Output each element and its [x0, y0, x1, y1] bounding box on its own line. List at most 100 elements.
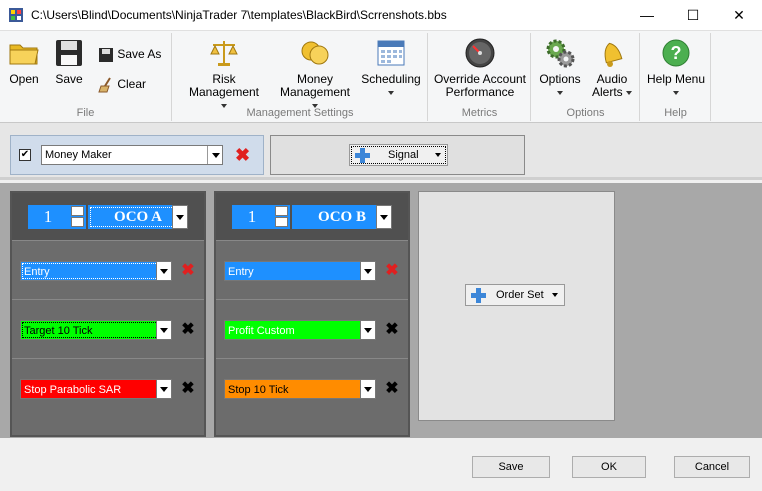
save-button[interactable]: Save [48, 37, 90, 86]
oco-b-dropdown[interactable] [376, 205, 392, 229]
spin-down-icon[interactable] [275, 217, 288, 227]
oco-b-target-value: Profit Custom [228, 325, 295, 337]
oco-b-stop-select[interactable]: Stop 10 Tick [224, 379, 376, 399]
oco-a-entry-value: Entry [24, 266, 50, 278]
options-label: Options [539, 72, 581, 86]
chevron-down-icon [207, 146, 222, 164]
close-button[interactable]: ✕ [716, 0, 762, 31]
money-management-value: Money Maker [45, 149, 112, 161]
help-menu-button[interactable]: ? Help Menu [645, 37, 707, 99]
management-settings-label: Management Settings [246, 107, 354, 119]
maximize-button[interactable]: ☐ [670, 0, 716, 31]
audio-alerts-label-line1: Audio [596, 72, 628, 86]
help-menu-label: Help Menu [646, 72, 706, 86]
plus-icon [471, 288, 486, 303]
override-account-performance-button[interactable]: Override Account Performance [433, 37, 527, 99]
oco-a-quantity: 1 [43, 207, 53, 226]
spin-down-icon[interactable] [71, 217, 84, 227]
clear-button[interactable]: Clear [98, 77, 146, 93]
remove-icon[interactable]: ✖ [235, 146, 250, 164]
oco-a-stop-select[interactable]: Stop Parabolic SAR [20, 379, 172, 399]
save-as-button[interactable]: Save As [98, 47, 161, 63]
chevron-down-icon [360, 321, 375, 339]
metrics-group: Override Account Performance Metrics [429, 33, 531, 121]
oco-a-row-entry: Entry ✖ [12, 240, 204, 298]
remove-icon[interactable]: ✖ [180, 322, 196, 338]
order-set-label: Order Set [496, 289, 544, 301]
oco-a-dropdown[interactable] [172, 205, 188, 229]
file-group-label: File [76, 107, 95, 119]
cancel-button[interactable]: Cancel [674, 456, 750, 478]
order-set-panel: Order Set [418, 191, 615, 421]
chevron-down-icon [552, 293, 558, 297]
save-dialog-button[interactable]: Save [472, 456, 550, 478]
chevron-down-icon [388, 90, 394, 95]
open-button[interactable]: Open [4, 37, 44, 86]
options-group: Options Audio Alerts Options [532, 33, 640, 121]
coins-icon [301, 41, 329, 65]
options-group-label: Options [566, 107, 605, 119]
remove-icon[interactable]: ✖ [384, 322, 400, 338]
money-management-label-line2: Management [279, 85, 351, 99]
chevron-down-icon [360, 380, 375, 398]
minimize-button[interactable]: — [624, 0, 670, 31]
clear-label: Clear [117, 77, 147, 92]
signal-panel: Signal [270, 135, 525, 175]
chevron-down-icon [435, 153, 441, 157]
remove-icon[interactable]: ✖ [384, 263, 400, 279]
strategy-checkbox[interactable]: ✔ [19, 149, 31, 161]
oco-a-panel: 1 OCO A Entry ✖ Target 10 Tick ✖ Stop Pa… [10, 191, 206, 437]
ribbon: Open Save Save As Clear File Risk Manage… [0, 31, 762, 123]
risk-management-button[interactable]: Risk Management [177, 37, 271, 112]
management-settings-group: Risk Management Money Management Schedul… [173, 33, 428, 121]
oco-b-row-stop: Stop 10 Tick ✖ [216, 358, 408, 416]
money-management-button[interactable]: Money Management [277, 37, 353, 112]
oco-b-entry-select[interactable]: Entry [224, 261, 376, 281]
oco-b-stop-value: Stop 10 Tick [228, 384, 289, 396]
chevron-down-icon [156, 380, 171, 398]
save-label: Save [55, 72, 83, 86]
remove-icon[interactable]: ✖ [384, 381, 400, 397]
oco-b-quantity-spinner[interactable]: 1 [232, 205, 290, 229]
scheduling-button[interactable]: Scheduling [359, 37, 423, 99]
calendar-icon [377, 40, 405, 66]
chevron-down-icon [156, 262, 171, 280]
plus-icon [355, 148, 370, 163]
open-label: Open [9, 72, 39, 86]
remove-icon[interactable]: ✖ [180, 381, 196, 397]
options-button[interactable]: Options [536, 37, 584, 99]
oco-a-target-select[interactable]: Target 10 Tick [20, 320, 172, 340]
money-management-label-line1: Money [296, 72, 334, 86]
override-label-line1: Override Account [433, 72, 527, 86]
money-management-select[interactable]: Money Maker [41, 145, 223, 165]
oco-b-target-select[interactable]: Profit Custom [224, 320, 376, 340]
signal-button[interactable]: Signal [349, 144, 448, 166]
oco-b-row-entry: Entry ✖ [216, 240, 408, 298]
spin-up-icon[interactable] [275, 206, 288, 216]
title-bar: C:\Users\Blind\Documents\NinjaTrader 7\t… [0, 0, 762, 31]
ok-button[interactable]: OK [572, 456, 646, 478]
gears-icon [546, 39, 575, 68]
override-label-line2: Performance [445, 85, 515, 99]
oco-area: 1 OCO A Entry ✖ Target 10 Tick ✖ Stop Pa… [0, 183, 762, 438]
bell-icon [604, 42, 623, 67]
audio-alerts-button[interactable]: Audio Alerts [588, 37, 636, 99]
oco-a-entry-select[interactable]: Entry [20, 261, 172, 281]
strategy-toolbar: ✔ Money Maker ✖ Signal [0, 123, 762, 180]
broom-icon [98, 77, 111, 93]
oco-b-header: 1 OCO B [216, 193, 408, 240]
gauge-icon [465, 38, 495, 68]
spin-up-icon[interactable] [71, 206, 84, 216]
save-as-icon [99, 48, 113, 62]
oco-b-panel: 1 OCO B Entry ✖ Profit Custom ✖ Stop 10 … [214, 191, 410, 437]
audio-alerts-label-line2: Alerts [591, 85, 623, 99]
folder-icon [9, 44, 39, 65]
order-set-button[interactable]: Order Set [465, 284, 565, 306]
chevron-down-icon [673, 90, 679, 95]
remove-icon[interactable]: ✖ [180, 263, 196, 279]
file-group: Open Save Save As Clear File [0, 33, 172, 121]
svg-text:?: ? [671, 43, 682, 63]
chevron-down-icon [156, 321, 171, 339]
oco-a-quantity-spinner[interactable]: 1 [28, 205, 86, 229]
chevron-down-icon [360, 262, 375, 280]
